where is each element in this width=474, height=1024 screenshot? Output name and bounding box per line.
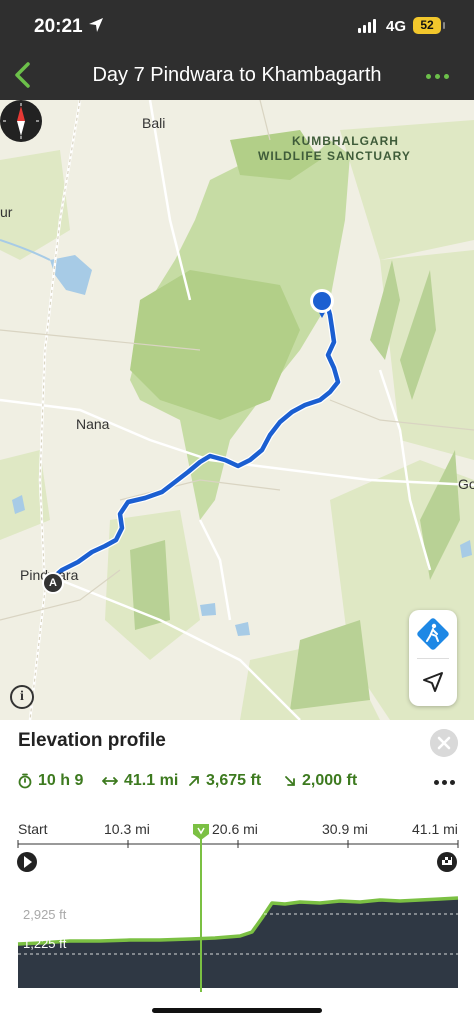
start-flag-icon [17, 852, 37, 872]
compass-icon[interactable] [0, 100, 42, 142]
panel-title: Elevation profile [18, 730, 166, 751]
back-button[interactable] [10, 60, 38, 90]
map-label-go: Go [458, 476, 474, 492]
stat-ascent: 3,675 ft [188, 772, 261, 790]
map-view[interactable]: Bali KUMBHALGARH WILDLIFE SANCTUARY ur N… [0, 100, 474, 720]
ascent-icon [189, 776, 199, 786]
map-label-ur: ur [0, 204, 13, 220]
screen: 20:21 4G 52 Day 7 Pindwara to Khambagart… [0, 0, 474, 1024]
start-marker[interactable]: A [42, 572, 64, 594]
finish-flag-icon [437, 852, 457, 872]
elevation-area [18, 898, 458, 988]
stats-more-button[interactable] [434, 780, 456, 786]
network-type: 4G [386, 18, 407, 35]
descent-icon [285, 776, 295, 786]
elevation-label-upper: 2,925 ft [23, 907, 67, 922]
hiking-mode-button[interactable] [409, 610, 457, 658]
stat-duration: 10 h 9 [18, 772, 83, 790]
elevation-label-lower: 1,225 ft [23, 936, 67, 951]
close-button[interactable] [430, 729, 458, 757]
navigation-arrow-icon[interactable] [409, 658, 457, 706]
map-label-sanctuary: KUMBHALGARH WILDLIFE SANCTUARY [258, 134, 411, 163]
battery-icon: 52 [413, 17, 445, 34]
map-canvas [0, 100, 474, 720]
stopwatch-icon [18, 773, 32, 789]
distance-icon [102, 777, 118, 785]
elevation-panel: Elevation profile 10 h 9 41.1 mi 3,675 f… [0, 720, 474, 1024]
stat-distance: 41.1 mi [102, 772, 178, 790]
elevation-chart[interactable] [0, 800, 474, 1000]
map-label-bali: Bali [142, 115, 166, 131]
more-options-button[interactable] [426, 70, 452, 82]
map-controls [409, 610, 457, 706]
stat-descent: 2,000 ft [284, 772, 357, 790]
location-arrow-icon [89, 18, 103, 32]
map-label-nana: Nana [76, 416, 110, 432]
map-info-button[interactable]: i [10, 685, 34, 709]
home-indicator [152, 1008, 322, 1013]
status-time: 20:21 [34, 16, 83, 37]
page-title: Day 7 Pindwara to Khambagarth [92, 64, 382, 86]
top-bar: 20:21 4G 52 Day 7 Pindwara to Khambagart… [0, 0, 474, 100]
signal-icon [358, 19, 376, 33]
